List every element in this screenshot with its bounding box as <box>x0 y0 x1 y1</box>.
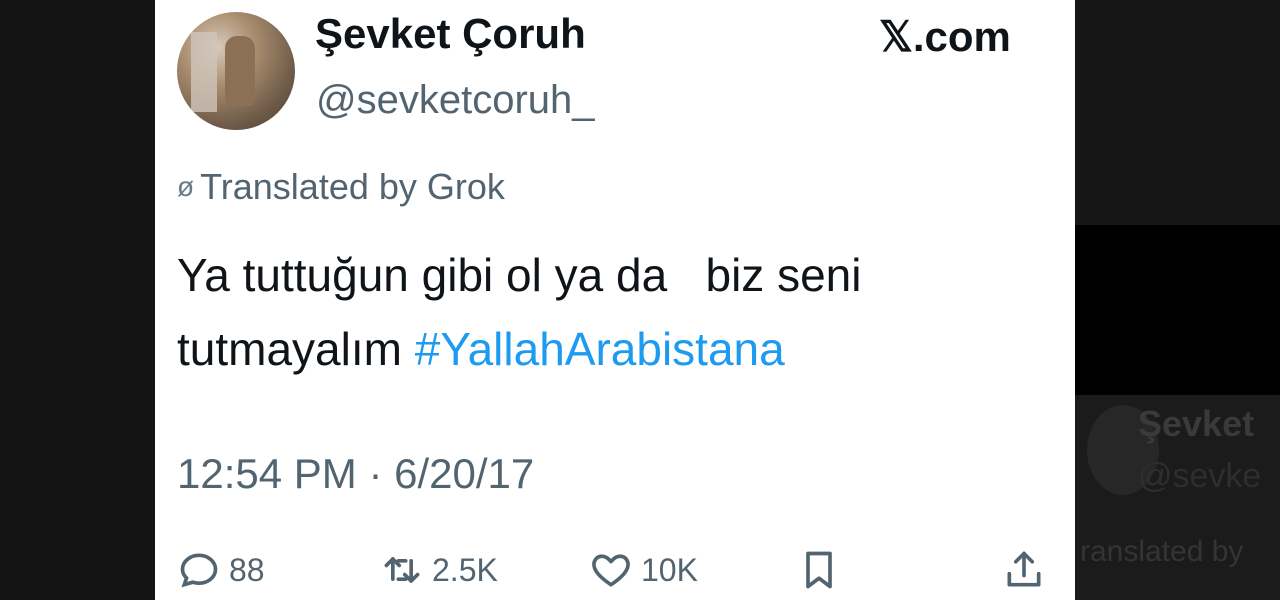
reply-count: 88 <box>229 551 265 588</box>
tweet-card: Şevket Çoruh @sevketcoruh_ 𝕏.com ø Trans… <box>155 0 1075 600</box>
share-icon <box>1007 551 1041 587</box>
right-background-top <box>1075 0 1280 225</box>
like-count: 10K <box>641 551 698 588</box>
translate-icon: ø <box>177 171 195 202</box>
background-translated-label: ranslated by <box>1080 535 1244 568</box>
bookmark-icon <box>806 551 832 589</box>
bookmark-button[interactable] <box>797 548 841 592</box>
like-button[interactable]: 10K <box>589 548 698 592</box>
translation-note[interactable]: ø Translated by Grok <box>177 166 505 208</box>
x-logo: 𝕏.com <box>879 13 1011 60</box>
background-author-name: Şevket <box>1138 403 1255 444</box>
repost-count: 2.5K <box>432 551 498 588</box>
reply-button[interactable]: 88 <box>177 548 265 592</box>
tweet-text-line-2: tutmayalım <box>177 323 415 375</box>
reply-icon <box>180 553 218 588</box>
author-handle[interactable]: @sevketcoruh_ <box>316 78 595 123</box>
background-author-handle: @sevke <box>1138 457 1262 495</box>
tweet-text: Ya tuttuğun gibi ol ya da biz seni tutma… <box>177 238 1037 386</box>
author-name[interactable]: Şevket Çoruh <box>315 10 586 58</box>
repost-button[interactable]: 2.5K <box>380 548 498 592</box>
action-bar: 88 2.5K 10K <box>177 548 1057 600</box>
share-button[interactable] <box>1002 548 1046 592</box>
translated-label: Translated by Grok <box>200 166 505 207</box>
left-background <box>0 0 155 600</box>
hashtag-link[interactable]: #YallahArabistana <box>415 323 785 375</box>
background-tweet-preview: Şevket @sevke ranslated by <box>1075 395 1280 600</box>
avatar[interactable] <box>177 12 295 130</box>
like-icon <box>592 554 630 587</box>
tweet-text-line-1: Ya tuttuğun gibi ol ya da biz seni <box>177 249 862 301</box>
repost-icon <box>384 557 420 583</box>
right-background-band <box>1075 225 1280 395</box>
timestamp[interactable]: 12:54 PM · 6/20/17 <box>177 450 534 498</box>
